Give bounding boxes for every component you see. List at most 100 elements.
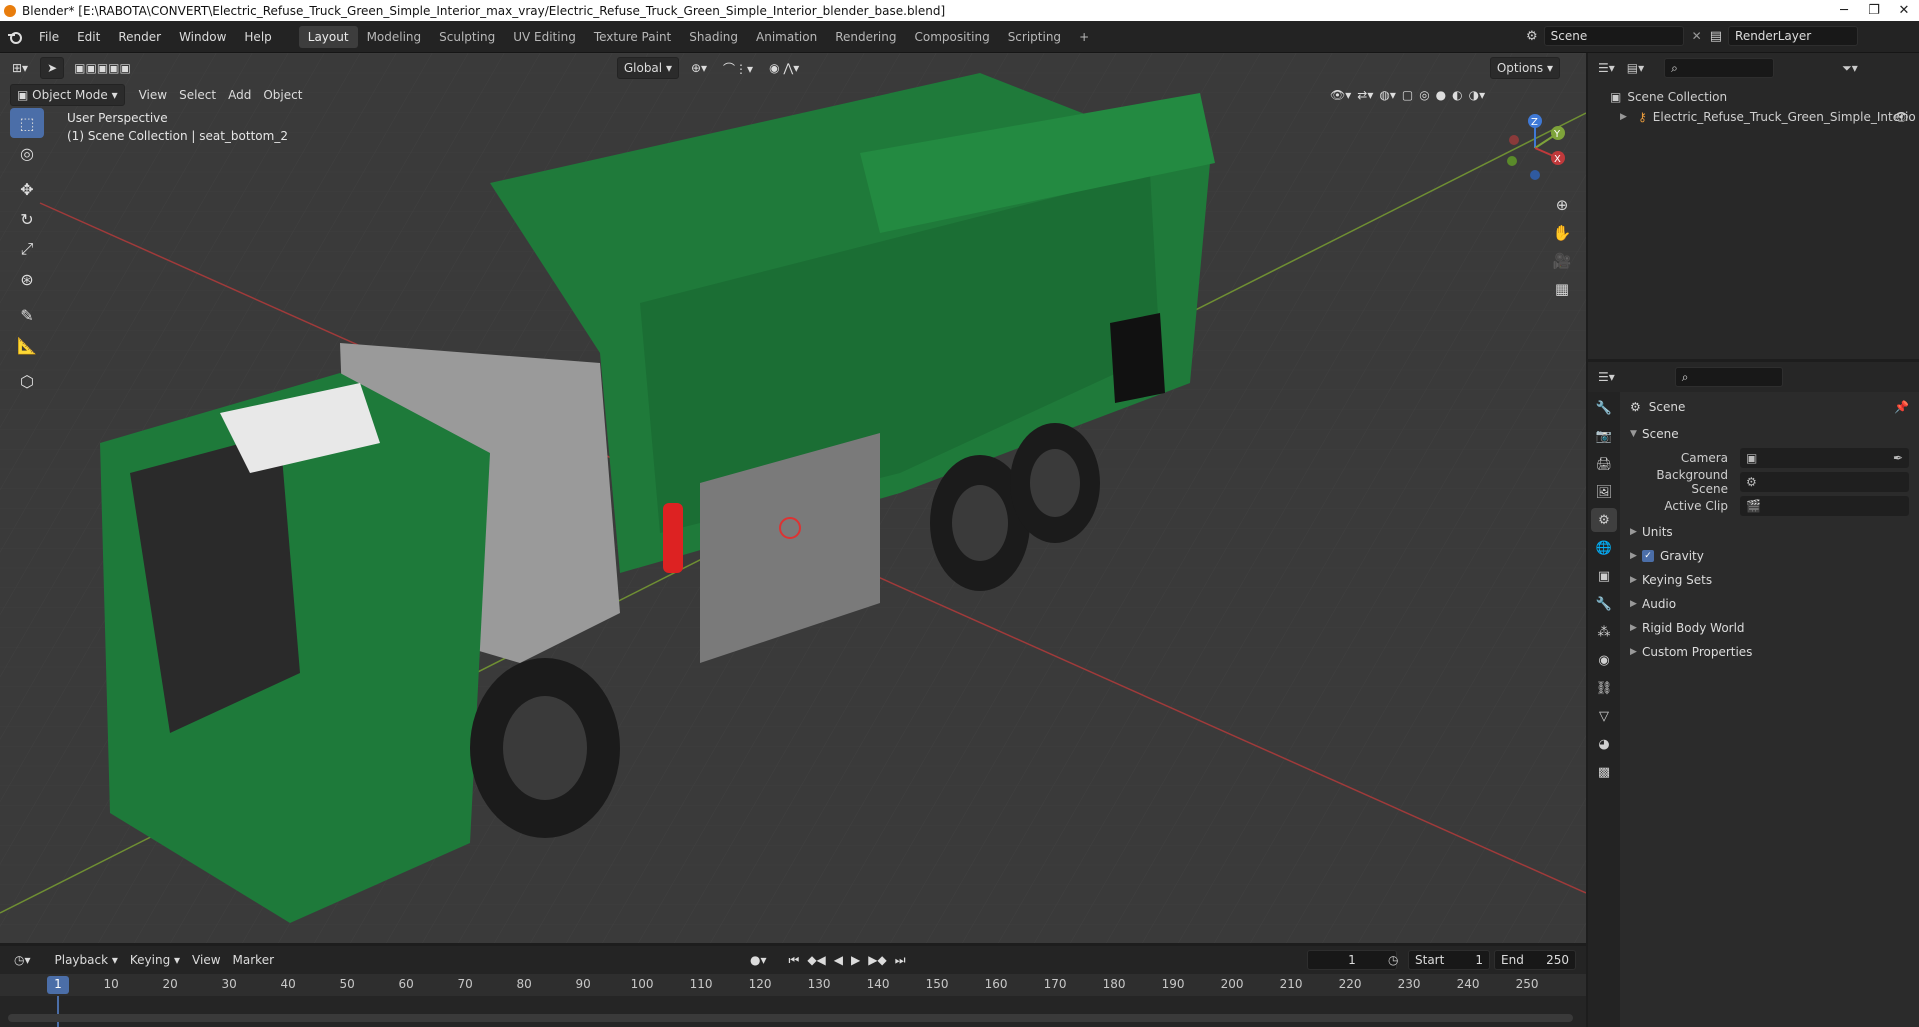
outliner-display-mode-icon[interactable]: ▤▾ <box>1627 61 1644 75</box>
end-frame-field[interactable]: End 250 <box>1494 950 1576 970</box>
filter-icon[interactable]: ⏷▾ <box>1842 61 1858 76</box>
camera-view-icon[interactable]: 🎥 <box>1548 247 1576 275</box>
keying-sets-panel[interactable]: ▶ Keying Sets <box>1620 568 1919 592</box>
proportional-edit-icon[interactable]: ◉ ⋀▾ <box>763 57 805 79</box>
tab-animation[interactable]: Animation <box>747 26 826 48</box>
render-layer-selector[interactable]: RenderLayer <box>1728 26 1859 46</box>
units-panel[interactable]: ▶ Units <box>1620 520 1919 544</box>
next-keyframe-icon[interactable]: ▶◆ <box>868 953 886 967</box>
tab-layout[interactable]: Layout <box>298 25 358 48</box>
camera-field[interactable]: ▣ ✒ <box>1740 448 1909 468</box>
scene-close-icon[interactable]: ✕ <box>1692 29 1702 43</box>
editor-type-icon[interactable]: ⊞▾ <box>6 57 34 79</box>
play-icon[interactable]: ▶ <box>851 953 860 967</box>
particles-tab-icon[interactable]: ⁂ <box>1591 620 1617 644</box>
current-frame-field[interactable]: 1 <box>1307 950 1397 970</box>
menu-window[interactable]: Window <box>170 26 235 48</box>
active-clip-field[interactable]: 🎬 <box>1740 496 1909 516</box>
playback-menu[interactable]: Playback ▾ <box>49 949 124 971</box>
options-button[interactable]: Options ▾ <box>1489 57 1560 79</box>
visibility-icon[interactable]: 👁▾ <box>1330 88 1351 102</box>
scene-icon[interactable]: ⚙ <box>1526 29 1538 44</box>
measure-tool-icon[interactable]: 📐 <box>10 330 44 360</box>
outliner-root[interactable]: ▣ Scene Collection <box>1610 87 1919 107</box>
physics-tab-icon[interactable]: ◉ <box>1591 648 1617 672</box>
prev-keyframe-icon[interactable]: ◆◀ <box>807 953 825 967</box>
visibility-eye-icon[interactable]: 👁 <box>1894 107 1909 127</box>
scale-tool-icon[interactable]: ⤢ <box>10 234 44 264</box>
menu-help[interactable]: Help <box>235 26 280 48</box>
outliner[interactable]: ☰▾ ▤▾ ⌕ ⏷▾ ▣ Scene Collection ▶ ⚷ Electr… <box>1588 53 1919 359</box>
properties-search-input[interactable]: ⌕ <box>1674 367 1783 387</box>
tab-scripting[interactable]: Scripting <box>999 26 1070 48</box>
wireframe-shading-icon[interactable]: ◎ <box>1419 88 1429 102</box>
mode-dropdown[interactable]: ▣ Object Mode ▾ <box>10 84 125 106</box>
marker-menu[interactable]: Marker <box>227 949 280 971</box>
timeline-body[interactable] <box>0 996 1586 1027</box>
rendered-shading-icon[interactable]: ◑▾ <box>1469 88 1486 102</box>
audio-panel[interactable]: ▶ Audio <box>1620 592 1919 616</box>
keying-menu[interactable]: Keying ▾ <box>124 949 186 971</box>
gravity-panel[interactable]: ▶ ✓ Gravity <box>1620 544 1919 568</box>
minimize-icon[interactable]: ─ <box>1829 0 1859 21</box>
gizmo-icon[interactable]: ⇄▾ <box>1357 88 1373 102</box>
menu-file[interactable]: File <box>30 26 68 48</box>
add-cube-tool-icon[interactable]: ⬡ <box>10 366 44 396</box>
tab-rendering[interactable]: Rendering <box>826 26 905 48</box>
timeline-view-menu[interactable]: View <box>186 949 226 971</box>
scene-selector[interactable]: Scene <box>1543 26 1684 46</box>
tab-compositing[interactable]: Compositing <box>905 26 998 48</box>
background-scene-field[interactable]: ⚙ <box>1740 472 1909 492</box>
tool-tab-icon[interactable]: 🔧 <box>1591 396 1617 420</box>
overlay-icon[interactable]: ◍▾ <box>1379 88 1396 102</box>
render-layer-icon[interactable]: ▤ <box>1710 29 1722 44</box>
menu-object[interactable]: Object <box>257 84 308 106</box>
object-tab-icon[interactable]: ▣ <box>1591 564 1617 588</box>
render-tab-icon[interactable]: 📷 <box>1591 424 1617 448</box>
xray-icon[interactable]: ▢ <box>1402 88 1413 102</box>
view-layer-tab-icon[interactable]: 🖼 <box>1591 480 1617 504</box>
play-reverse-icon[interactable]: ◀ <box>834 953 843 967</box>
menu-render[interactable]: Render <box>109 26 170 48</box>
menu-select[interactable]: Select <box>173 84 222 106</box>
move-tool-icon[interactable]: ✥ <box>10 174 44 204</box>
tab-uv-editing[interactable]: UV Editing <box>504 26 585 48</box>
snap-icon[interactable]: ⌒⋮▾ <box>717 57 759 79</box>
output-tab-icon[interactable]: 🖨 <box>1591 452 1617 476</box>
viewport-scene[interactable] <box>0 53 1586 943</box>
texture-tab-icon[interactable]: ▩ <box>1591 760 1617 784</box>
rotate-tool-icon[interactable]: ↻ <box>10 204 44 234</box>
gravity-checkbox[interactable]: ✓ <box>1642 550 1654 562</box>
transform-tool-icon[interactable]: ⊛ <box>10 264 44 294</box>
menu-view[interactable]: View <box>133 84 173 106</box>
timeline-editor-type-icon[interactable]: ◷▾ <box>8 949 37 971</box>
close-icon[interactable]: ✕ <box>1889 0 1919 21</box>
rigid-body-world-panel[interactable]: ▶ Rigid Body World <box>1620 616 1919 640</box>
outliner-search-input[interactable]: ⌕ <box>1664 58 1775 78</box>
start-frame-field[interactable]: Start 1 <box>1408 950 1490 970</box>
scene-panel-header[interactable]: ▼ Scene <box>1620 422 1919 446</box>
ortho-grid-icon[interactable]: ▦ <box>1548 275 1576 303</box>
pan-hand-icon[interactable]: ✋ <box>1548 219 1576 247</box>
menu-add[interactable]: Add <box>222 84 257 106</box>
timeline[interactable]: ◷▾ Playback ▾ Keying ▾ View Marker ●▾ ⏮ … <box>0 946 1586 1027</box>
jump-start-icon[interactable]: ⏮ <box>789 953 800 968</box>
expand-arrow-icon[interactable]: ▶ <box>1620 107 1632 127</box>
tab-shading[interactable]: Shading <box>680 26 747 48</box>
record-icon[interactable]: ●▾ <box>744 949 773 971</box>
zoom-icon[interactable]: ⊕ <box>1548 191 1576 219</box>
tab-modeling[interactable]: Modeling <box>358 26 431 48</box>
playback-controls[interactable]: ⏮ ◆◀ ◀ ▶ ▶◆ ⏭ <box>783 949 912 971</box>
menu-edit[interactable]: Edit <box>68 26 109 48</box>
tab-texture-paint[interactable]: Texture Paint <box>585 26 680 48</box>
orientation-dropdown[interactable]: Global ▾ <box>616 57 679 79</box>
custom-properties-panel[interactable]: ▶ Custom Properties <box>1620 640 1919 664</box>
select-tool-icon[interactable]: ➤ <box>40 57 65 79</box>
jump-end-icon[interactable]: ⏭ <box>895 953 906 968</box>
world-tab-icon[interactable]: 🌐 <box>1591 536 1617 560</box>
selection-mode-icons[interactable]: ▣▣▣▣▣ <box>68 57 137 79</box>
timeline-scrollbar[interactable] <box>8 1014 1573 1022</box>
solid-shading-icon[interactable]: ● <box>1436 88 1446 102</box>
data-tab-icon[interactable]: ▽ <box>1591 704 1617 728</box>
properties-editor[interactable]: ☰▾ ⌕ 🔧 📷 🖨 🖼 ⚙ 🌐 ▣ 🔧 ⁂ ◉ ⛓ ▽ ◕ ▩ ⚙ Scene… <box>1588 362 1919 1027</box>
